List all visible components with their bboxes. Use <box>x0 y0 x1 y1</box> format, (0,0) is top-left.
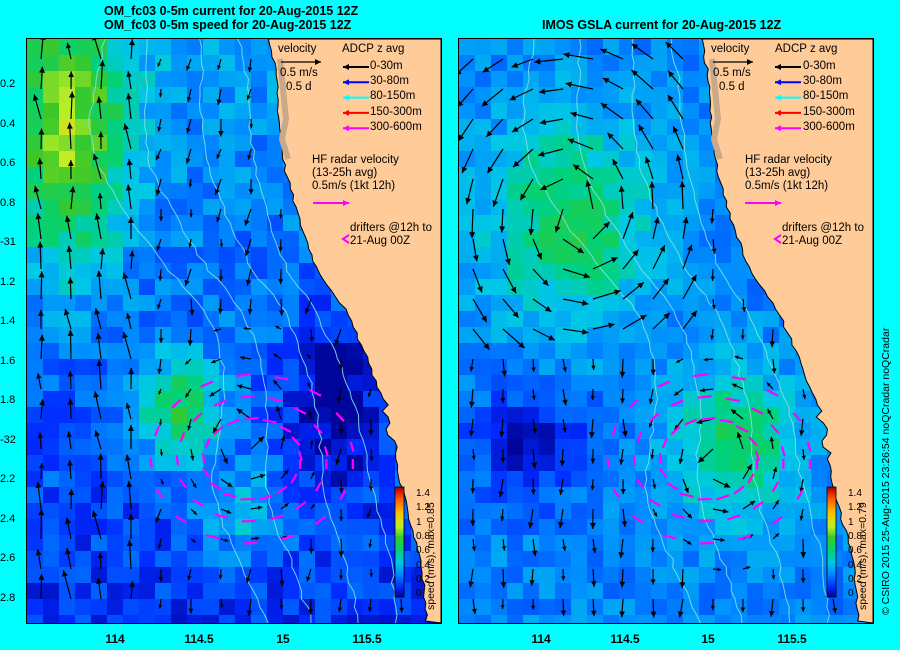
right-colorbar-label: speed (m/s), max=0.79 <box>857 502 869 610</box>
velocity-time: 0.5 d <box>719 81 745 93</box>
y-tick-label: 0.4 <box>0 117 16 130</box>
velocity-title: velocity <box>711 43 750 55</box>
right-title: IMOS GSLA current for 20-Aug-2015 12Z <box>542 18 782 32</box>
credit-text: © CSIRO 2015 25-Aug-2015 23:26:54 noQCra… <box>880 327 892 615</box>
adcp-item-2: 80-150m <box>803 90 849 102</box>
y-tick-label: 2.8 <box>0 591 16 604</box>
y-tick-label: 0.8 <box>0 196 16 209</box>
adcp-title: ADCP z avg <box>775 43 838 55</box>
hf-radar-avg: (13-25h avg) <box>312 167 378 179</box>
adcp-item-0: 0-30m <box>370 60 403 72</box>
x-tick-label: 114 <box>531 632 551 646</box>
velocity-title: velocity <box>278 43 317 55</box>
adcp-item-2: 80-150m <box>370 90 416 102</box>
velocity-scale: 0.5 m/s <box>280 67 318 79</box>
x-tick-label: 115.5 <box>777 632 807 646</box>
y-tick-label: -31 <box>0 236 16 248</box>
y-tick-label: 1.2 <box>0 275 16 288</box>
x-tick-label: 15 <box>276 632 290 646</box>
adcp-item-0: 0-30m <box>803 60 836 72</box>
adcp-item-4: 300-600m <box>370 121 422 133</box>
colorbar-tick: 0 <box>848 588 854 600</box>
drifters-line1: drifters @12h to <box>782 222 864 234</box>
drifters-line2: 21-Aug 00Z <box>782 235 843 247</box>
velocity-time: 0.5 d <box>286 81 312 93</box>
x-tick-label: 114.5 <box>184 632 214 646</box>
colorbar-tick: 1 <box>416 516 422 528</box>
y-tick-label: 1.4 <box>0 315 16 327</box>
x-tick-label: 15 <box>701 632 715 646</box>
x-tick-label: 115.5 <box>352 632 382 646</box>
adcp-item-3: 150-300m <box>803 106 855 118</box>
colorbar-tick: 1 <box>848 516 854 528</box>
x-tick-label: 114.5 <box>610 632 640 646</box>
hf-radar-scale: 0.5m/s (1kt 12h) <box>745 180 829 192</box>
y-tick-label: 0.6 <box>0 157 16 169</box>
adcp-item-3: 150-300m <box>370 106 422 118</box>
left-title-line1: OM_fc03 0-5m current for 20-Aug-2015 12Z <box>104 4 359 18</box>
speed-colorbar <box>394 486 405 598</box>
colorbar-tick: 1.4 <box>848 488 862 499</box>
x-tick-label: 114 <box>105 632 125 646</box>
colorbar-tick: 0 <box>416 588 422 600</box>
y-tick-label: 0.2 <box>0 78 16 90</box>
drifters-line2: 21-Aug 00Z <box>350 235 411 247</box>
drifters-line1: drifters @12h to <box>350 222 432 234</box>
left-colorbar-label: speed (m/s), max=0.85 <box>425 502 437 610</box>
left-title-line2: OM_fc03 0-5m speed for 20-Aug-2015 12Z <box>104 18 352 32</box>
colorbar-tick: 1.4 <box>416 488 430 499</box>
hf-radar-avg: (13-25h avg) <box>745 167 811 179</box>
hf-radar-title: HF radar velocity <box>745 154 832 166</box>
adcp-item-1: 30-80m <box>803 75 842 87</box>
adcp-title: ADCP z avg <box>342 43 405 55</box>
y-tick-label: 2.4 <box>0 512 16 525</box>
velocity-scale: 0.5 m/s <box>713 67 751 79</box>
hf-radar-scale: 0.5m/s (1kt 12h) <box>312 180 396 192</box>
adcp-item-4: 300-600m <box>803 121 855 133</box>
y-tick-label: 1.6 <box>0 354 16 367</box>
adcp-item-1: 30-80m <box>370 75 409 87</box>
speed-colorbar <box>826 486 837 598</box>
hf-radar-title: HF radar velocity <box>312 154 399 166</box>
y-tick-label: 2.6 <box>0 552 16 564</box>
y-tick-label: 2.2 <box>0 473 16 485</box>
y-tick-label: -32 <box>0 433 16 446</box>
y-tick-label: 1.8 <box>0 394 16 406</box>
